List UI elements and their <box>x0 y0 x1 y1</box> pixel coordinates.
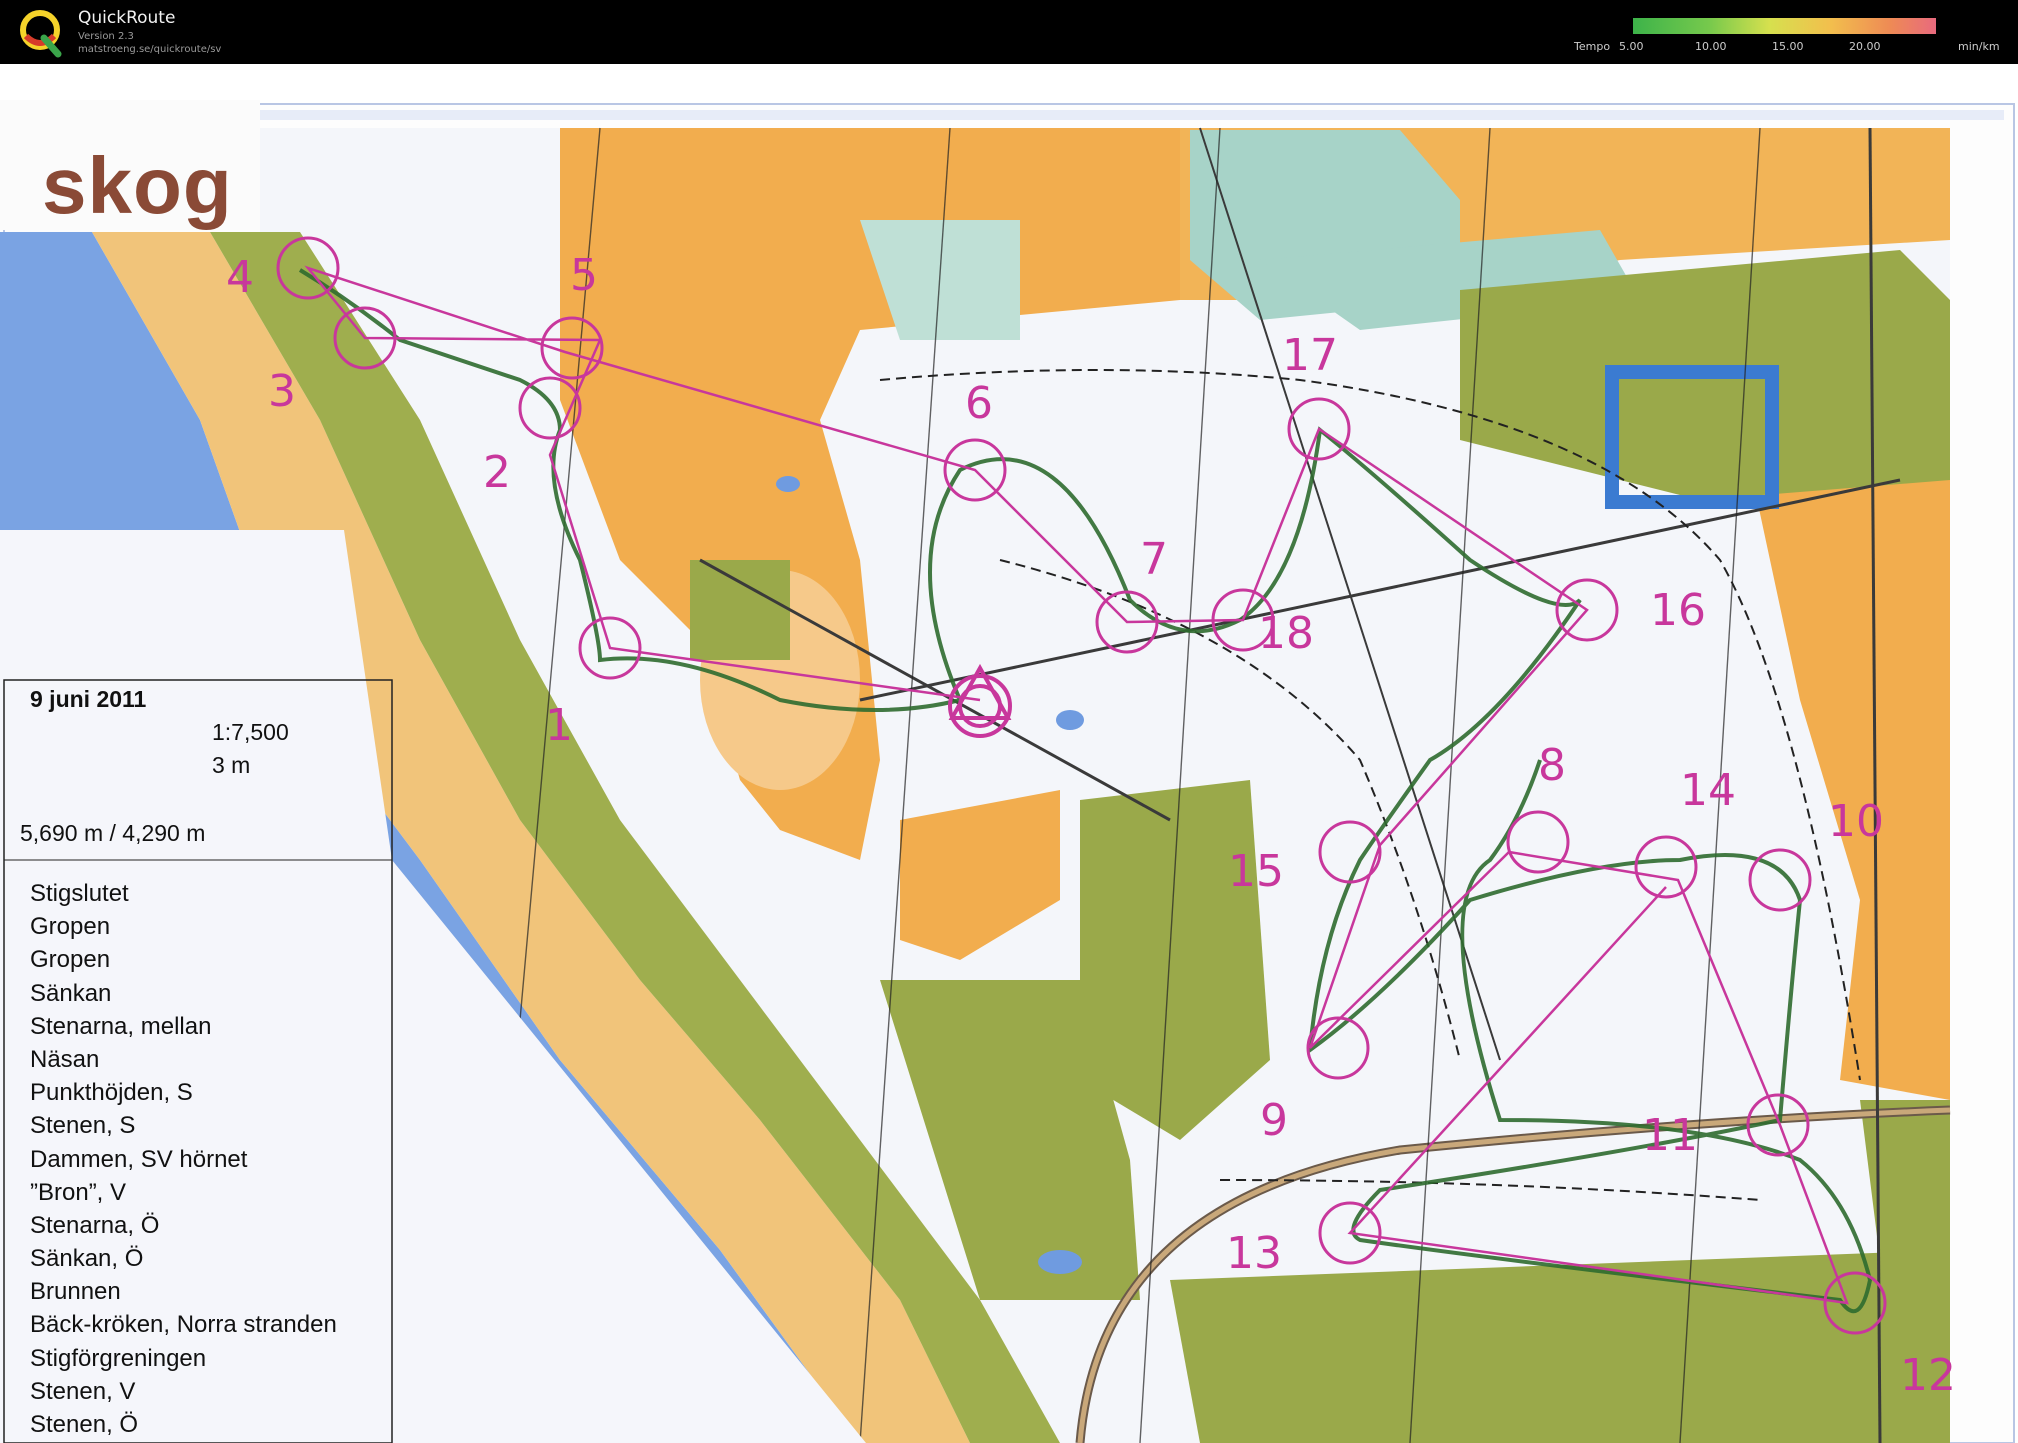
control-number: 2 <box>483 447 511 498</box>
control-description: Stigförgreningen <box>30 1344 207 1372</box>
tempo-tick: 15.00 <box>1772 40 1804 53</box>
app-header-bar: QuickRoute Version 2.3 matstroeng.se/qui… <box>0 0 2018 64</box>
control-number: 18 <box>1258 608 1314 659</box>
control-number: 17 <box>1282 330 1338 381</box>
tempo-color-scale <box>1633 18 1936 34</box>
control-descriptions: Stigslutet Gropen Gropen Sänkan Stenarna… <box>30 877 337 1441</box>
control-description: Punkthöjden, S <box>30 1079 193 1107</box>
control-description: Stenen, S <box>30 1112 136 1140</box>
control-description: Dammen, SV hörnet <box>30 1145 248 1173</box>
pond <box>1056 710 1084 730</box>
quickroute-logo-icon <box>20 10 62 58</box>
control-description: ”Bron”, V <box>30 1178 127 1206</box>
control-description: Bäck-kröken, Norra stranden <box>30 1311 337 1339</box>
control-description: Stenarna, Ö <box>30 1211 160 1239</box>
control-number: 7 <box>1140 534 1168 585</box>
control-description: Brunnen <box>30 1278 121 1306</box>
control-number: 6 <box>965 378 993 429</box>
app-name: QuickRoute <box>78 8 176 28</box>
control-description: Stenen, Ö <box>30 1411 139 1438</box>
control-number: 16 <box>1650 585 1706 636</box>
contour-interval: 3 m <box>212 752 251 778</box>
control-description: Gropen <box>30 946 111 974</box>
control-description: Stenarna, mellan <box>30 1012 212 1040</box>
tempo-tick: 5.00 <box>1619 40 1644 53</box>
control-number: 8 <box>1538 740 1566 791</box>
control-description: Stenen, V <box>30 1377 136 1405</box>
pond <box>1038 1250 1082 1274</box>
control-description: Gropen <box>30 913 111 941</box>
control-description: Näsan <box>30 1045 100 1073</box>
control-number: 11 <box>1642 1110 1698 1161</box>
control-number: 3 <box>268 366 296 417</box>
control-description: Stigslutet <box>30 880 129 907</box>
pond <box>776 476 800 492</box>
tempo-tick: 10.00 <box>1695 40 1727 53</box>
map-scale: 1:7,500 <box>212 719 289 745</box>
app-version: Version 2.3 <box>78 31 134 42</box>
control-number: 12 <box>1900 1350 1956 1401</box>
control-number: 13 <box>1226 1228 1282 1279</box>
control-description: Sänkan, Ö <box>30 1245 144 1273</box>
event-date: 9 juni 2011 <box>30 686 147 712</box>
control-number: 10 <box>1828 796 1884 847</box>
control-number: 4 <box>226 252 254 303</box>
control-description: Sänkan <box>30 979 112 1007</box>
control-number: 5 <box>570 250 598 301</box>
control-number: 1 <box>545 700 573 751</box>
tempo-unit: min/km <box>1958 40 2000 53</box>
app-url: matstroeng.se/quickroute/sv <box>78 44 222 55</box>
urban-block <box>1170 1250 1950 1443</box>
course-length: 5,690 m / 4,290 m <box>20 820 206 846</box>
urban-block <box>690 560 790 660</box>
map-title: skog <box>42 141 233 230</box>
control-number: 14 <box>1680 765 1736 816</box>
control-number: 15 <box>1228 846 1284 897</box>
tempo-tick: 20.00 <box>1849 40 1881 53</box>
control-number: 9 <box>1260 1095 1288 1146</box>
tempo-label: Tempo <box>1574 40 1611 53</box>
